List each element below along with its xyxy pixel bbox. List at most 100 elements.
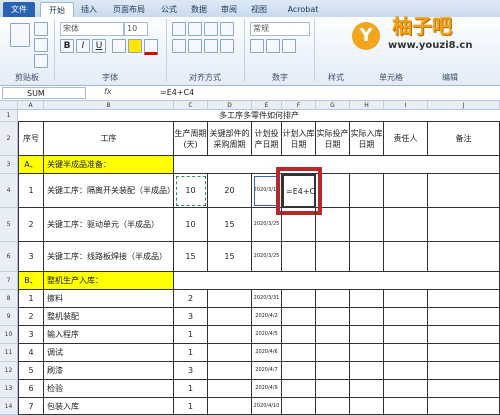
- header-plan-out[interactable]: 计划投产日期: [252, 122, 282, 156]
- header-note[interactable]: 备注: [428, 122, 500, 156]
- table-row-cycle[interactable]: 2: [174, 290, 208, 308]
- header-actual-in[interactable]: 实际入库日期: [350, 122, 384, 156]
- table-row-cycle[interactable]: 3: [174, 362, 208, 380]
- formula-input[interactable]: =E4+C4: [160, 87, 194, 99]
- table-row-seq[interactable]: 1: [18, 290, 44, 308]
- table-cell-empty[interactable]: [428, 326, 500, 344]
- column-header-c[interactable]: C: [174, 101, 208, 110]
- header-seq[interactable]: 序号: [18, 122, 44, 156]
- table-row-key[interactable]: 15: [208, 242, 252, 272]
- table-cell-empty[interactable]: [316, 290, 350, 308]
- table-cell-empty[interactable]: [428, 362, 500, 380]
- row-header[interactable]: 1: [0, 110, 18, 122]
- table-row-cycle[interactable]: 10: [174, 208, 208, 242]
- table-row-plan[interactable]: 2020/4/7: [252, 362, 282, 380]
- table-cell-empty[interactable]: [384, 290, 428, 308]
- table-cell-empty[interactable]: [350, 308, 384, 326]
- tab-page-layout[interactable]: 页面布局: [106, 2, 152, 17]
- table-cell-empty[interactable]: [384, 326, 428, 344]
- table-cell-empty[interactable]: [384, 344, 428, 362]
- table-row-plan[interactable]: 2020/4/10: [252, 398, 282, 415]
- table-row-plan[interactable]: 2020/3/31: [252, 290, 282, 308]
- table-row-key[interactable]: 15: [208, 208, 252, 242]
- copy-icon[interactable]: [34, 38, 48, 52]
- tab-insert[interactable]: 插入: [76, 2, 102, 17]
- table-row-cycle[interactable]: 15: [174, 242, 208, 272]
- format-painter-icon[interactable]: [34, 54, 48, 68]
- table-cell-empty[interactable]: [428, 380, 500, 398]
- table-cell-empty[interactable]: [208, 344, 252, 362]
- table-row-process[interactable]: 关键工序：隔离开关装配（半成品）: [44, 174, 174, 208]
- table-cell-empty[interactable]: [384, 398, 428, 415]
- tab-data[interactable]: 数据: [186, 2, 212, 17]
- header-process[interactable]: 工序: [44, 122, 174, 156]
- table-cell-empty[interactable]: [208, 308, 252, 326]
- column-header-d[interactable]: D: [208, 101, 252, 110]
- font-name-select[interactable]: 宋体: [60, 22, 124, 36]
- wrap-text-icon[interactable]: [220, 22, 234, 36]
- table-row-cycle[interactable]: 1: [174, 398, 208, 415]
- table-row-seq[interactable]: 3: [18, 242, 44, 272]
- table-row-process[interactable]: 擦料: [44, 290, 174, 308]
- table-cell-empty[interactable]: [350, 290, 384, 308]
- table-row-plan[interactable]: 2020/4/9: [252, 380, 282, 398]
- table-cell-empty[interactable]: [208, 290, 252, 308]
- table-row-seq[interactable]: 2: [18, 308, 44, 326]
- tab-formulas[interactable]: 公式: [156, 2, 182, 17]
- table-cell-empty[interactable]: [428, 174, 500, 208]
- table-cell-empty[interactable]: [428, 398, 500, 415]
- table-cell-empty[interactable]: [282, 398, 316, 415]
- table-row-cycle[interactable]: 1: [174, 344, 208, 362]
- section-empty[interactable]: [174, 272, 500, 290]
- table-row-process[interactable]: 输入程序: [44, 326, 174, 344]
- table-row-process[interactable]: 调试: [44, 344, 174, 362]
- table-row-cycle[interactable]: 1: [174, 326, 208, 344]
- table-cell-empty[interactable]: [282, 326, 316, 344]
- table-row-seq[interactable]: 5: [18, 362, 44, 380]
- table-row-plan[interactable]: 2020/4/5: [252, 326, 282, 344]
- table-cell-empty[interactable]: [384, 174, 428, 208]
- table-row-cycle[interactable]: 10: [174, 174, 208, 208]
- table-row-seq[interactable]: 2: [18, 208, 44, 242]
- table-cell-empty[interactable]: [384, 308, 428, 326]
- table-cell-empty[interactable]: [384, 208, 428, 242]
- tab-view[interactable]: 视图: [246, 2, 272, 17]
- row-header[interactable]: 14: [0, 398, 18, 415]
- font-color-icon[interactable]: [144, 39, 158, 55]
- table-cell-empty[interactable]: [428, 290, 500, 308]
- table-cell-empty[interactable]: [350, 242, 384, 272]
- underline-icon[interactable]: U: [92, 39, 106, 53]
- table-cell-empty[interactable]: [428, 308, 500, 326]
- table-row-cycle[interactable]: 3: [174, 308, 208, 326]
- table-cell-empty[interactable]: [282, 362, 316, 380]
- column-header-g[interactable]: G: [316, 101, 350, 110]
- table-row-process[interactable]: 关键工序：线路板焊接（半成品）: [44, 242, 174, 272]
- tab-acrobat[interactable]: Acrobat: [280, 2, 326, 17]
- table-row-plan-in[interactable]: [282, 242, 316, 272]
- column-header-a[interactable]: A: [18, 101, 44, 110]
- border-icon[interactable]: [112, 39, 126, 53]
- header-owner[interactable]: 责任人: [384, 122, 428, 156]
- align-bottom-icon[interactable]: [204, 22, 218, 36]
- table-cell-empty[interactable]: [428, 242, 500, 272]
- table-cell-empty[interactable]: [282, 308, 316, 326]
- table-cell-empty[interactable]: [208, 326, 252, 344]
- table-cell-empty[interactable]: [282, 380, 316, 398]
- table-row-cycle[interactable]: 1: [174, 380, 208, 398]
- section-id[interactable]: A、: [18, 156, 44, 174]
- table-cell-empty[interactable]: [316, 308, 350, 326]
- table-cell-empty[interactable]: [208, 362, 252, 380]
- section-label[interactable]: 关键半成品准备：: [44, 156, 174, 174]
- row-header[interactable]: 13: [0, 380, 18, 398]
- table-cell-empty[interactable]: [208, 398, 252, 415]
- fill-color-icon[interactable]: [128, 39, 142, 53]
- sheet-title[interactable]: 多工序多零件如何排产: [18, 110, 500, 122]
- table-row-plan[interactable]: 2020/3/25: [252, 242, 282, 272]
- table-cell-empty[interactable]: [282, 290, 316, 308]
- table-cell-empty[interactable]: [316, 344, 350, 362]
- table-cell-empty[interactable]: [350, 398, 384, 415]
- table-row-process[interactable]: 包装入库: [44, 398, 174, 415]
- column-header-j[interactable]: J: [428, 101, 500, 110]
- tab-file[interactable]: 文件: [3, 2, 35, 17]
- comma-icon[interactable]: [282, 39, 296, 53]
